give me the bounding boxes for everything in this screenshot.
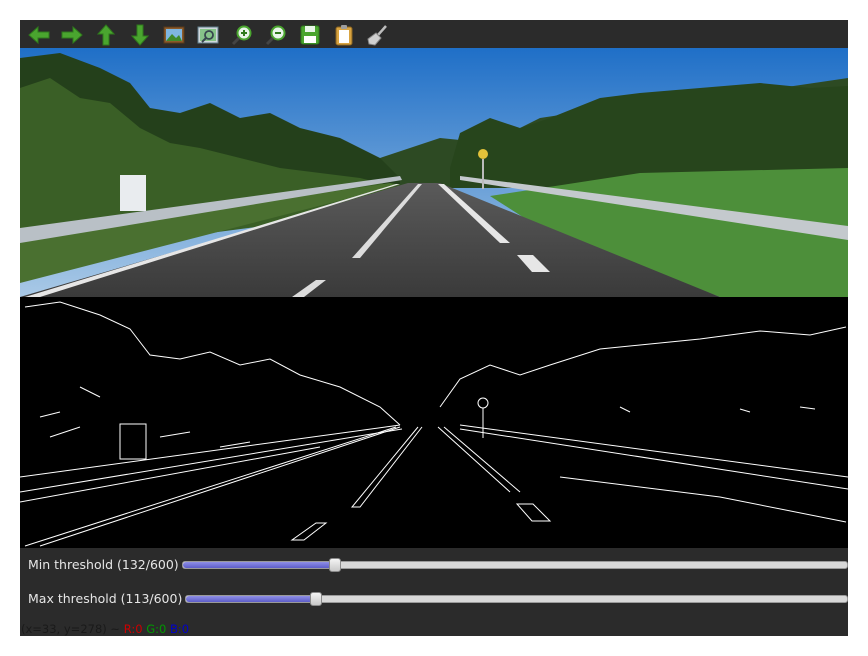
min-threshold-row: Min threshold (132/600) <box>20 555 848 575</box>
max-threshold-slider[interactable] <box>185 592 848 606</box>
arrow-up-icon <box>96 24 116 46</box>
max-threshold-row: Max threshold (113/600) <box>20 589 848 609</box>
arrow-left-icon <box>28 25 50 45</box>
canny-edges-image <box>20 297 848 548</box>
min-threshold-fill <box>183 562 335 568</box>
clear-button[interactable] <box>365 22 391 48</box>
pan-down-button[interactable] <box>127 22 153 48</box>
arrow-down-icon <box>130 24 150 46</box>
zoom-out-icon <box>265 25 286 46</box>
pan-right-button[interactable] <box>59 22 85 48</box>
zoom-in-button[interactable] <box>229 22 255 48</box>
image-fit-icon <box>197 26 219 44</box>
clipboard-icon <box>335 25 353 46</box>
min-threshold-slider[interactable] <box>182 558 848 572</box>
properties-button[interactable] <box>331 22 357 48</box>
zoom-out-button[interactable] <box>263 22 289 48</box>
broom-icon <box>367 25 387 46</box>
min-threshold-handle[interactable] <box>329 558 341 572</box>
cursor-coordinates: (x=33, y=278) ~ <box>21 622 121 636</box>
pan-left-button[interactable] <box>26 22 52 48</box>
min-threshold-label: Min threshold (132/600) <box>28 557 179 572</box>
save-button[interactable] <box>297 22 323 48</box>
status-bar: (x=33, y=278) ~ R:0 G:0 B:0 <box>21 622 189 636</box>
toolbar <box>20 20 848 48</box>
max-threshold-label: Max threshold (113/600) <box>28 591 183 606</box>
blue-value: B:0 <box>169 622 190 636</box>
max-threshold-fill <box>186 596 316 602</box>
red-value: R:0 <box>123 622 143 636</box>
zoom-original-button[interactable] <box>161 22 187 48</box>
pan-up-button[interactable] <box>93 22 119 48</box>
green-value: G:0 <box>146 622 167 636</box>
floppy-disk-icon <box>300 25 320 45</box>
image-icon <box>163 26 185 44</box>
zoom-in-icon <box>231 25 252 46</box>
max-threshold-handle[interactable] <box>310 592 322 606</box>
zoom-fit-button[interactable] <box>195 22 221 48</box>
road-photo <box>20 48 848 297</box>
arrow-right-icon <box>61 25 83 45</box>
image-viewport[interactable] <box>20 48 848 548</box>
image-window: Min threshold (132/600) Max threshold (1… <box>20 20 848 636</box>
